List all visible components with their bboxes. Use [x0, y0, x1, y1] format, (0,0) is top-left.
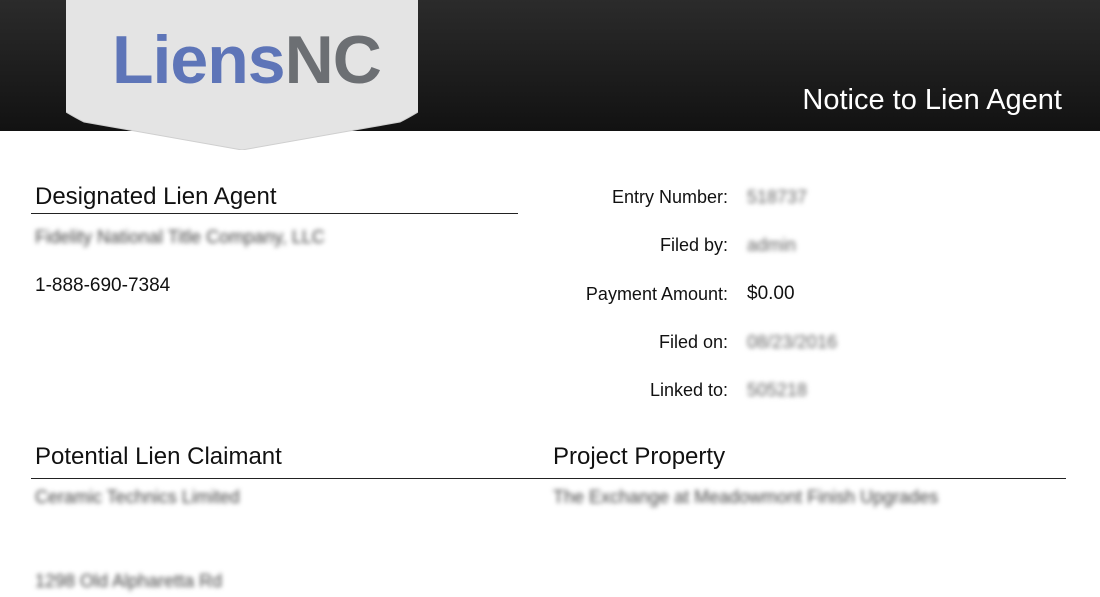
logo-text-nc: NC	[284, 22, 382, 98]
property-heading: Project Property	[553, 443, 726, 470]
filed-on-value: 08/23/2016	[747, 332, 838, 352]
lien-agent-divider	[31, 213, 518, 214]
liensnc-logo[interactable]: LiensNC	[112, 26, 382, 94]
linked-to-value[interactable]: 505218	[747, 381, 807, 399]
claimant-name: Ceramic Technics Limited	[35, 487, 240, 507]
page-title: Notice to Lien Agent	[802, 84, 1062, 116]
lien-agent-company: Fidelity National Title Company, LLC	[35, 227, 325, 247]
claimant-heading: Potential Lien Claimant	[35, 443, 282, 470]
payment-amount-value: $0.00	[747, 283, 795, 304]
logo-text-liens: Liens	[112, 22, 286, 98]
filed-on-label: Filed on:	[658, 332, 728, 352]
payment-amount-label: Payment Amount:	[585, 284, 728, 304]
entry-number-value: 518737	[747, 187, 808, 207]
claimant-property-divider	[31, 478, 1066, 479]
linked-to-label: Linked to:	[649, 380, 728, 400]
property-name: The Exchange at Meadowmont Finish Upgrad…	[553, 487, 939, 507]
filed-by-value: admin	[747, 235, 797, 255]
filed-by-label: Filed by:	[659, 235, 728, 255]
claimant-address: 1298 Old Alpharetta Rd	[35, 571, 223, 591]
lien-agent-phone: 1-888-690-7384	[35, 275, 171, 296]
lien-agent-heading: Designated Lien Agent	[35, 183, 277, 210]
entry-number-label: Entry Number:	[611, 187, 728, 207]
